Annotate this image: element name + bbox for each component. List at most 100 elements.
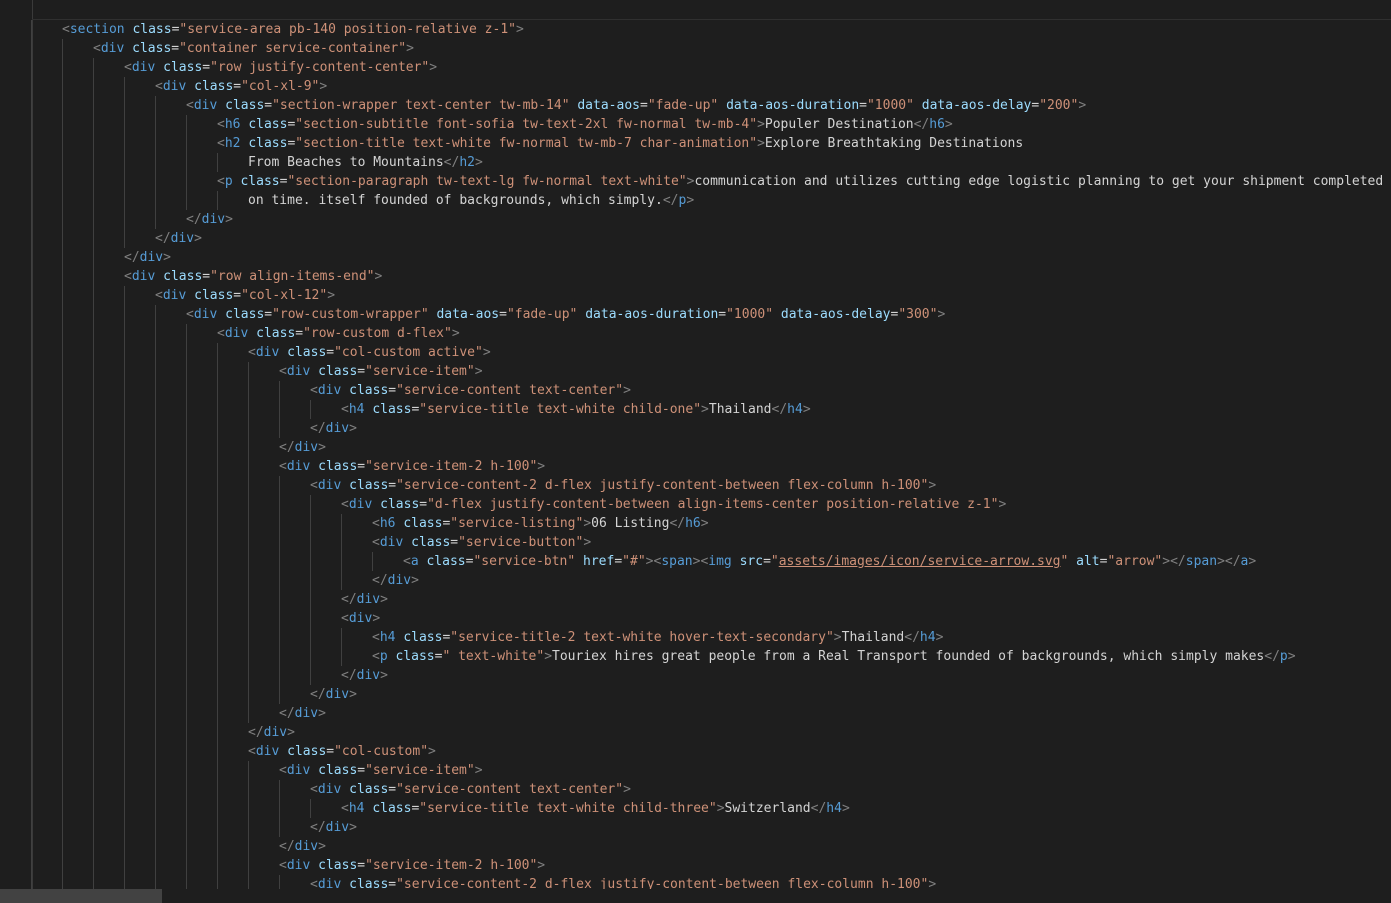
indent-guide	[186, 780, 187, 799]
indent-guide	[310, 609, 311, 628]
code-token: </	[186, 212, 202, 227]
indent-guide	[217, 685, 218, 704]
indent-guide	[124, 305, 125, 324]
indent-guide	[93, 514, 94, 533]
code-line[interactable]: </div>	[0, 438, 1391, 457]
indent-guide	[186, 514, 187, 533]
code-line[interactable]: <h4 class="service-title-2 text-white ho…	[0, 628, 1391, 647]
code-line[interactable]: <h4 class="service-title text-white chil…	[0, 799, 1391, 818]
code-line[interactable]: <div class="service-item-2 h-100">	[0, 457, 1391, 476]
code-line[interactable]: <h6 class="section-subtitle font-sofia t…	[0, 115, 1391, 134]
indent-guide	[155, 362, 156, 381]
code-editor[interactable]: <section class="service-area pb-140 posi…	[0, 0, 1391, 903]
code-line[interactable]: <div class="service-item-2 h-100">	[0, 856, 1391, 875]
indent-guide	[93, 438, 94, 457]
code-token: <	[62, 22, 70, 37]
code-token: "service-content text-center"	[396, 782, 624, 797]
indent-guide	[186, 590, 187, 609]
code-token: <	[341, 497, 349, 512]
code-line[interactable]: <h2 class="section-title text-white fw-n…	[0, 134, 1391, 153]
code-token: =	[388, 478, 397, 493]
indent-guide	[155, 571, 156, 590]
code-token: >	[372, 611, 381, 626]
indent-guide	[124, 229, 125, 248]
code-line[interactable]: </div>	[0, 723, 1391, 742]
code-token[interactable]: assets/images/icon/service-arrow.svg	[779, 554, 1061, 569]
code-line[interactable]: <a class="service-btn" href="#"><span><i…	[0, 552, 1391, 571]
indent-guide	[31, 818, 32, 837]
code-line[interactable]: <div class="service-content text-center"…	[0, 381, 1391, 400]
code-token: >	[287, 725, 295, 740]
indent-guide	[31, 267, 32, 286]
code-line[interactable]: From Beaches to Mountains</h2>	[0, 153, 1391, 172]
code-line[interactable]: <div class="service-item">	[0, 761, 1391, 780]
indent-guide	[93, 723, 94, 742]
horizontal-scrollbar[interactable]	[0, 889, 1391, 903]
horizontal-scrollbar-thumb[interactable]	[0, 889, 162, 903]
code-line[interactable]: <div class="row justify-content-center">	[0, 58, 1391, 77]
code-token: 06 Listing	[591, 516, 670, 531]
code-line[interactable]: </div>	[0, 571, 1391, 590]
code-token: div	[356, 592, 381, 607]
code-line[interactable]: <div class="col-xl-9">	[0, 77, 1391, 96]
code-line[interactable]: </div>	[0, 590, 1391, 609]
code-line[interactable]: <div class="row align-items-end">	[0, 267, 1391, 286]
code-token: "service-content text-center"	[396, 383, 624, 398]
code-token: =	[450, 535, 459, 550]
code-line[interactable]: <div class="service-content-2 d-flex jus…	[0, 476, 1391, 495]
code-line[interactable]: <section class="service-area pb-140 posi…	[0, 20, 1391, 39]
code-line[interactable]: <div class="service-item">	[0, 362, 1391, 381]
code-line[interactable]: </div>	[0, 229, 1391, 248]
code-token: =	[264, 98, 273, 113]
code-area[interactable]: <section class="service-area pb-140 posi…	[0, 20, 1391, 894]
code-line-text: </div>	[310, 419, 357, 438]
indent-guide	[31, 419, 32, 438]
indent-guide	[310, 647, 311, 666]
code-line[interactable]: <div class="col-custom">	[0, 742, 1391, 761]
code-line[interactable]: <p class="section-paragraph tw-text-lg f…	[0, 172, 1391, 191]
code-line[interactable]: <div class="row-custom d-flex">	[0, 324, 1391, 343]
code-token: >	[1248, 554, 1257, 569]
code-line[interactable]: <div>	[0, 609, 1391, 628]
code-line[interactable]: </div>	[0, 248, 1391, 267]
code-token: "service-title text-white child-three"	[419, 801, 717, 816]
indent-guide	[217, 704, 218, 723]
code-token: </	[341, 668, 357, 683]
code-line[interactable]: </div>	[0, 210, 1391, 229]
code-line[interactable]: </div>	[0, 419, 1391, 438]
code-token: <	[217, 117, 225, 132]
code-line[interactable]: </div>	[0, 818, 1391, 837]
code-line[interactable]: on time. itself founded of backgrounds, …	[0, 191, 1391, 210]
code-line[interactable]: </div>	[0, 704, 1391, 723]
indent-guide	[310, 628, 311, 647]
code-line-text: <div class="service-item">	[279, 761, 483, 780]
code-line[interactable]: <div class="container service-container"…	[0, 39, 1391, 58]
code-line[interactable]: </div>	[0, 837, 1391, 856]
code-line[interactable]: <div class="section-wrapper text-center …	[0, 96, 1391, 115]
code-line[interactable]: </div>	[0, 685, 1391, 704]
indent-guide	[31, 153, 32, 172]
code-line[interactable]: <h4 class="service-title text-white chil…	[0, 400, 1391, 419]
code-token: >	[374, 269, 383, 284]
indent-guide	[186, 837, 187, 856]
code-line[interactable]: <div class="col-xl-12">	[0, 286, 1391, 305]
code-line[interactable]: <div class="service-button">	[0, 533, 1391, 552]
code-token: section	[69, 22, 125, 37]
code-line[interactable]: <div class="d-flex justify-content-betwe…	[0, 495, 1391, 514]
indent-guide	[341, 533, 342, 552]
indent-guide	[217, 153, 218, 172]
code-line[interactable]: <p class=" text-white">Touriex hires gre…	[0, 647, 1391, 666]
indent-guide	[124, 666, 125, 685]
indent-guide	[217, 533, 218, 552]
indent-guide	[124, 343, 125, 362]
code-line[interactable]: <h6 class="service-listing">06 Listing</…	[0, 514, 1391, 533]
code-line[interactable]: </div>	[0, 666, 1391, 685]
indent-guide	[124, 723, 125, 742]
code-token: <	[310, 383, 318, 398]
code-token: >	[701, 402, 709, 417]
code-line[interactable]: <div class="row-custom-wrapper" data-aos…	[0, 305, 1391, 324]
code-line[interactable]: <div class="col-custom active">	[0, 343, 1391, 362]
code-line[interactable]: <div class="service-content text-center"…	[0, 780, 1391, 799]
indent-guide	[62, 324, 63, 343]
